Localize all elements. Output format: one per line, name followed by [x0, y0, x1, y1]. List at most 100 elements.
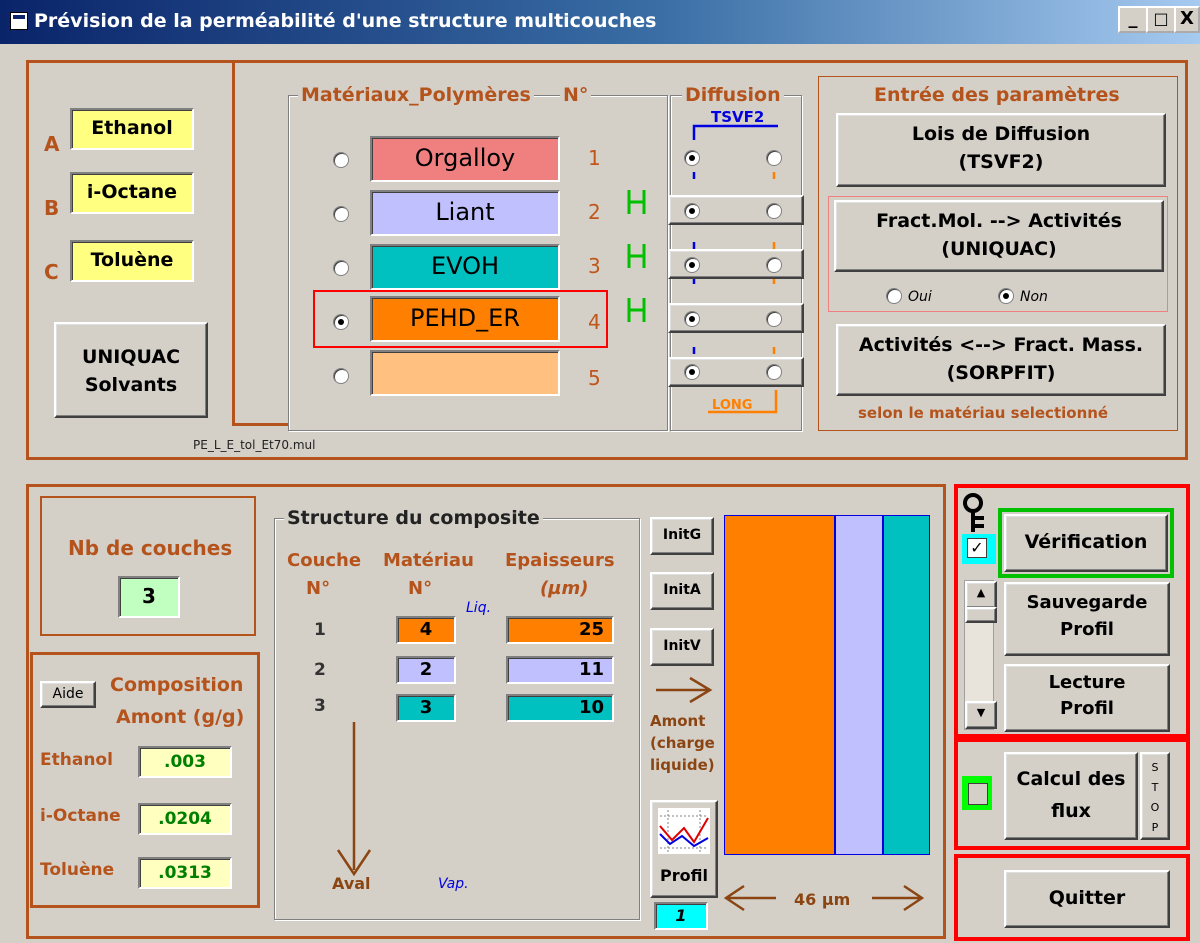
solvent-b-field[interactable]: i-Octane: [70, 172, 194, 214]
calcul-flux-button[interactable]: Calcul des flux: [1004, 752, 1138, 840]
profil-label: Profil: [660, 866, 708, 885]
key-icon: [963, 493, 984, 532]
act-line1: Activités <--> Fract. Mass.: [858, 334, 1144, 356]
initg-button[interactable]: InitG: [650, 517, 714, 555]
lois-diffusion-button[interactable]: Lois de Diffusion (TSVF2): [836, 113, 1166, 187]
materials-no-header: N°: [560, 84, 592, 106]
layer-preview-2: [836, 516, 884, 854]
minimize-button[interactable]: _: [1118, 6, 1148, 33]
profil-number[interactable]: 1: [654, 902, 708, 930]
material-radio-3[interactable]: [333, 260, 349, 276]
material-4[interactable]: PEHD_ER: [370, 296, 560, 342]
uniquac-line1: UNIQUAC: [81, 346, 181, 368]
diffusion-radio-3-tsvf2[interactable]: [684, 257, 700, 273]
stop-button[interactable]: S T O P: [1140, 752, 1170, 840]
profil-button[interactable]: Profil: [650, 800, 718, 898]
amont-line3: liquide): [650, 756, 715, 774]
material-no-2: 2: [588, 200, 601, 224]
layer-material-2[interactable]: 2: [396, 656, 456, 684]
diffusion-radio-1-long[interactable]: [766, 150, 782, 166]
close-button[interactable]: X: [1174, 6, 1200, 33]
aide-button[interactable]: Aide: [40, 681, 96, 708]
material-radio-4[interactable]: [333, 314, 349, 330]
calc-checkbox[interactable]: [968, 783, 988, 805]
oui-radio[interactable]: [886, 288, 902, 304]
initv-button[interactable]: InitV: [650, 628, 714, 666]
activites-fract-button[interactable]: Activités <--> Fract. Mass. (SORPFIT): [836, 324, 1166, 396]
diffusion-radio-3-long[interactable]: [766, 257, 782, 273]
diffusion-radio-2-long[interactable]: [766, 203, 782, 219]
diffusion-radio-1-tsvf2[interactable]: [684, 150, 700, 166]
material-radio-5[interactable]: [333, 368, 349, 384]
non-radio[interactable]: [998, 288, 1014, 304]
solvent-letter-c: C: [44, 260, 59, 284]
lois-line2: (TSVF2): [958, 151, 1044, 173]
layer-preview-3: [884, 516, 929, 854]
material-radio-2[interactable]: [333, 206, 349, 222]
stop-letter: P: [1151, 821, 1159, 834]
total-thickness: 46 µm: [794, 890, 851, 909]
solvent-letter-a: A: [44, 132, 60, 156]
composition-title-1: Composition: [110, 674, 244, 696]
params-title: Entrée des paramètres: [874, 84, 1120, 106]
layer-material-1[interactable]: 4: [396, 616, 456, 644]
uniquac-line2: Solvants: [84, 374, 178, 396]
material-radio-1[interactable]: [333, 152, 349, 168]
layer-material-3[interactable]: 3: [396, 694, 456, 722]
verification-button[interactable]: Vérification: [1004, 514, 1168, 572]
comp-toluene-input[interactable]: .0313: [138, 857, 232, 889]
stop-letter: T: [1151, 781, 1159, 794]
diffusion-radio-4-long[interactable]: [766, 311, 782, 327]
app-icon[interactable]: [10, 12, 28, 30]
lecture-line1: Lecture: [1048, 672, 1126, 693]
oui-label: Oui: [908, 289, 932, 305]
fract-activites-button[interactable]: Fract.Mol. --> Activités (UNIQUAC): [834, 200, 1164, 272]
scroll-thumb[interactable]: [965, 607, 997, 623]
nb-couches-value[interactable]: 3: [118, 576, 180, 618]
calc-indicator: [962, 776, 992, 810]
scroll-up-button[interactable]: ▲: [965, 581, 997, 609]
vap-label: Vap.: [438, 876, 469, 892]
composition-title-2: Amont (g/g): [116, 706, 245, 728]
uniquac-solvants-button[interactable]: UNIQUAC Solvants: [54, 322, 208, 418]
divider: [232, 423, 290, 426]
header-epaisseurs-unit: (µm): [540, 578, 589, 599]
maximize-button[interactable]: □: [1146, 6, 1176, 33]
comp-toluene-label: Toluène: [40, 860, 115, 880]
layer-thickness-1[interactable]: 25: [506, 616, 614, 644]
non-label: Non: [1020, 289, 1048, 305]
inita-button[interactable]: InitA: [650, 572, 714, 610]
sauvegarde-line2: Profil: [1060, 619, 1114, 640]
comp-ethanol-label: Ethanol: [40, 750, 113, 770]
material-3[interactable]: EVOH: [370, 244, 560, 290]
lecture-profil-button[interactable]: Lecture Profil: [1004, 664, 1170, 732]
solvent-a-field[interactable]: Ethanol: [70, 108, 194, 150]
diffusion-radio-5-tsvf2[interactable]: [684, 364, 700, 380]
comp-ethanol-input[interactable]: .003: [138, 746, 232, 778]
sauvegarde-profil-button[interactable]: Sauvegarde Profil: [1004, 582, 1170, 656]
material-1[interactable]: Orgalloy: [370, 136, 560, 182]
structure-legend: Structure du composite: [284, 507, 543, 529]
quitter-button[interactable]: Quitter: [1004, 870, 1170, 928]
diffusion-radio-5-long[interactable]: [766, 364, 782, 380]
materials-legend: Matériaux_Polymères: [298, 84, 534, 106]
layers-preview: [724, 515, 930, 855]
lock-checkbox[interactable]: ✓: [967, 538, 987, 558]
left-arrow-icon: [724, 884, 776, 912]
material-2[interactable]: Liant: [370, 190, 560, 236]
comp-ioctane-input[interactable]: .0204: [138, 803, 232, 835]
chart-icon: [658, 808, 710, 854]
diffusion-radio-2-tsvf2[interactable]: [684, 203, 700, 219]
liq-label: Liq.: [466, 600, 492, 616]
layer-thickness-2[interactable]: 11: [506, 656, 614, 684]
scroll-down-button[interactable]: ▼: [965, 701, 997, 729]
solvent-c-field[interactable]: Toluène: [70, 240, 194, 282]
layer-thickness-3[interactable]: 10: [506, 694, 614, 722]
sauvegarde-line1: Sauvegarde: [1026, 592, 1148, 613]
diffusion-radio-4-tsvf2[interactable]: [684, 311, 700, 327]
layer-no-1: 1: [314, 620, 326, 640]
act-line2: (SORPFIT): [946, 362, 1056, 384]
scrollbar[interactable]: ▲ ▼: [964, 580, 997, 730]
material-5[interactable]: [370, 350, 560, 396]
file-name: PE_L_E_tol_Et70.mul: [193, 438, 316, 452]
